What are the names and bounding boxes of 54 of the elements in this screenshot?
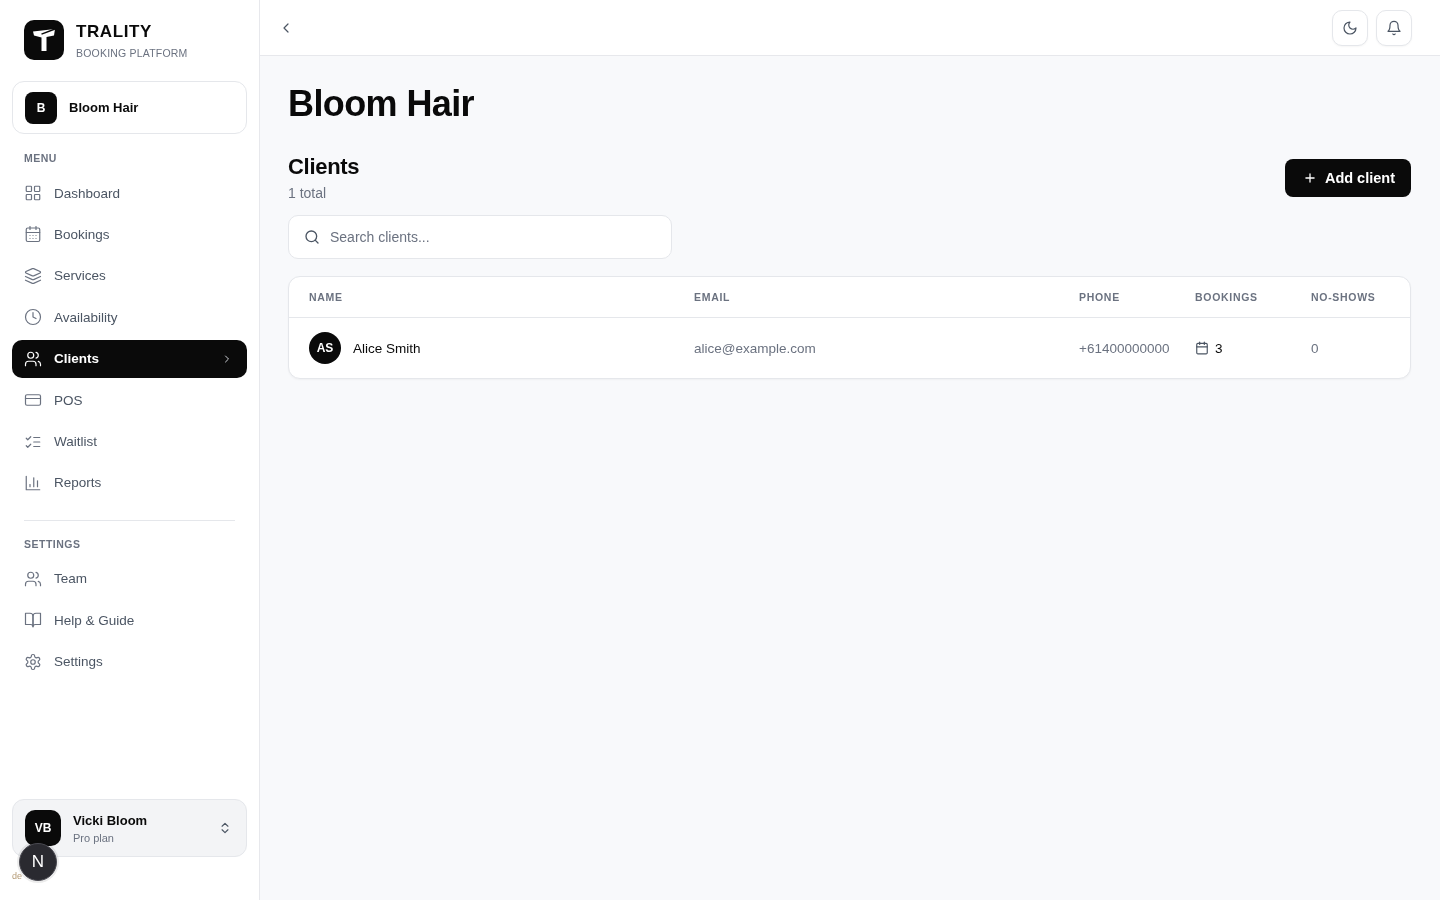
theme-toggle-button[interactable] xyxy=(1332,9,1368,46)
user-plan: Pro plan xyxy=(73,830,115,845)
people-icon xyxy=(24,569,42,588)
brand-name: TRALITY xyxy=(76,23,153,41)
nav-item[interactable]: Settings xyxy=(12,642,247,681)
clock-icon xyxy=(24,308,42,327)
client-name: Alice Smith xyxy=(353,340,421,356)
section-title: Clients xyxy=(288,153,360,181)
people-icon xyxy=(24,349,42,368)
bell-icon xyxy=(1386,19,1402,36)
search-field[interactable]: Search clients... xyxy=(288,215,672,259)
column-header: EMAIL xyxy=(693,291,732,303)
nav-item[interactable]: Waitlist xyxy=(12,422,247,461)
nav-item[interactable]: Dashboard xyxy=(12,174,247,212)
calendar-icon xyxy=(1195,341,1209,355)
nav-item[interactable]: Team xyxy=(12,559,247,598)
notifications-button[interactable] xyxy=(1376,9,1412,46)
logo-icon xyxy=(24,20,64,60)
client-avatar: AS xyxy=(309,332,341,364)
client-count: 1 total xyxy=(288,184,328,203)
brand-tagline: BOOKING PLATFORM xyxy=(76,46,188,60)
page-title: Bloom Hair xyxy=(288,82,476,126)
section-label: SETTINGS xyxy=(23,536,82,551)
layers-icon xyxy=(24,266,42,285)
plus-icon xyxy=(1302,171,1317,185)
nav-item[interactable]: Bookings xyxy=(12,215,247,254)
client-email: alice@example.com xyxy=(694,340,816,356)
user-avatar: VB xyxy=(25,810,61,846)
nav-item[interactable]: Availability xyxy=(12,298,247,337)
user-name: Vicki Bloom xyxy=(73,811,148,829)
book-icon xyxy=(24,611,42,630)
column-header: NAME xyxy=(308,291,344,303)
bar-chart-icon xyxy=(24,473,42,492)
column-header: NO-SHOWS xyxy=(1310,291,1377,303)
dev-caption: de xyxy=(12,871,22,882)
settings-icon xyxy=(24,652,42,671)
nav-item[interactable]: Services xyxy=(12,256,247,295)
booking-count: 3 xyxy=(1215,340,1223,356)
nav-item[interactable]: Help & Guide xyxy=(12,601,247,640)
business-avatar: B xyxy=(25,91,57,124)
calendar-icon xyxy=(24,225,42,244)
grid-icon xyxy=(24,184,42,202)
search-icon xyxy=(304,229,320,245)
moon-icon xyxy=(1342,19,1358,36)
client-phone: +61400000000 xyxy=(1079,340,1170,356)
column-header: PHONE xyxy=(1078,291,1121,303)
section-label: MENU xyxy=(23,151,58,165)
nav-item[interactable]: POS xyxy=(12,381,247,420)
no-show-count: 0 xyxy=(1311,340,1319,356)
column-header: BOOKINGS xyxy=(1194,291,1259,303)
nav-item[interactable]: Reports xyxy=(12,463,247,502)
nav-item[interactable]: Clients xyxy=(12,339,247,378)
business-switcher[interactable]: B Bloom Hair xyxy=(12,81,247,134)
add-client-button[interactable]: Add client xyxy=(1284,159,1411,197)
